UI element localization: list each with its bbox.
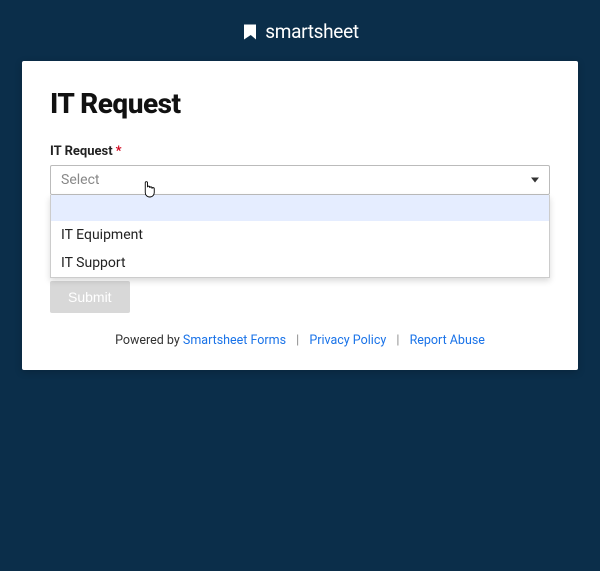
dropdown-option-it-equipment[interactable]: IT Equipment xyxy=(51,221,549,249)
select-caret-icon xyxy=(531,178,539,183)
select-placeholder: Select xyxy=(61,172,99,188)
required-asterisk: * xyxy=(116,144,122,159)
field-label-row: IT Request * xyxy=(50,144,550,159)
field-label: IT Request xyxy=(50,144,113,159)
it-request-select-wrapper: Select IT Equipment IT Support xyxy=(50,165,550,195)
form-footer: Powered by Smartsheet Forms | Privacy Po… xyxy=(50,333,550,348)
smartsheet-forms-link[interactable]: Smartsheet Forms xyxy=(183,333,286,348)
form-actions: Submit xyxy=(50,281,550,313)
report-abuse-link[interactable]: Report Abuse xyxy=(410,333,485,348)
dropdown-option-it-support[interactable]: IT Support xyxy=(51,249,549,277)
form-title: IT Request xyxy=(50,87,550,120)
footer-separator: | xyxy=(396,333,399,348)
app-header: smartsheet xyxy=(0,0,600,61)
privacy-policy-link[interactable]: Privacy Policy xyxy=(309,333,386,348)
brand-name: smartsheet xyxy=(265,20,359,43)
it-request-dropdown-menu: IT Equipment IT Support xyxy=(50,195,550,278)
footer-separator: | xyxy=(296,333,299,348)
form-card: IT Request IT Request * Select IT Equipm… xyxy=(22,61,578,370)
submit-button[interactable]: Submit xyxy=(50,281,130,313)
it-request-select[interactable]: Select xyxy=(50,165,550,195)
footer-prefix: Powered by xyxy=(115,333,183,348)
dropdown-option-blank[interactable] xyxy=(51,195,549,221)
smartsheet-logo-icon xyxy=(241,23,259,41)
